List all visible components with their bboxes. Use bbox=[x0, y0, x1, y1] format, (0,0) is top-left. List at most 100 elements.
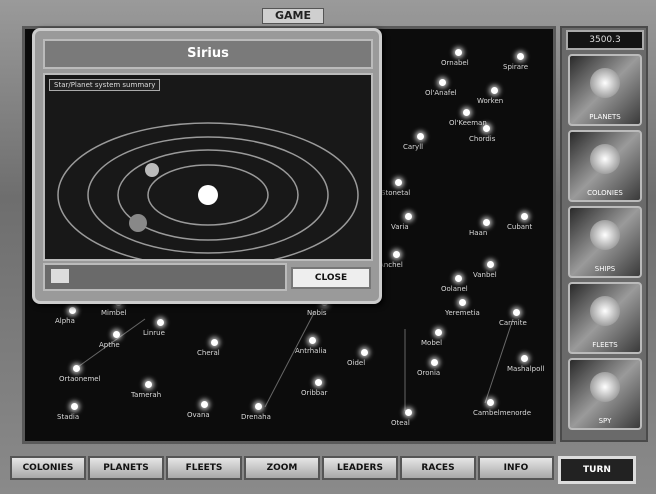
star-icon[interactable] bbox=[145, 381, 152, 388]
turn-button[interactable]: TURN bbox=[558, 456, 636, 484]
star-label: Stadia bbox=[57, 413, 80, 421]
planet-icon bbox=[590, 68, 620, 98]
star-icon[interactable] bbox=[157, 319, 164, 326]
star-label: Haan bbox=[469, 229, 488, 237]
spy-button[interactable]: SPY bbox=[568, 358, 642, 430]
ships-button[interactable]: SHIPS bbox=[568, 206, 642, 278]
star-label: Mobel bbox=[421, 339, 443, 347]
star-icon[interactable] bbox=[73, 365, 80, 372]
star-icon[interactable] bbox=[455, 275, 462, 282]
star-label: Linrue bbox=[143, 329, 165, 337]
star-label: Alpha bbox=[55, 317, 75, 325]
star-label: Caryll bbox=[403, 143, 424, 151]
star-label: Apthe bbox=[99, 341, 120, 349]
spy-icon bbox=[590, 372, 620, 402]
bottom-menu: COLONIES PLANETS FLEETS ZOOM LEADERS RAC… bbox=[10, 454, 554, 482]
window-title: GAME bbox=[262, 8, 324, 24]
tab-races[interactable]: RACES bbox=[400, 456, 476, 480]
star-icon[interactable] bbox=[393, 251, 400, 258]
star-label: Mimbel bbox=[101, 309, 127, 317]
star-label: Vanbel bbox=[473, 271, 497, 279]
star-icon[interactable] bbox=[463, 109, 470, 116]
star-icon[interactable] bbox=[395, 179, 402, 186]
tab-leaders[interactable]: LEADERS bbox=[322, 456, 398, 480]
star-icon[interactable] bbox=[201, 401, 208, 408]
close-button[interactable]: CLOSE bbox=[291, 267, 371, 289]
scroll-icon[interactable] bbox=[51, 269, 69, 283]
star-system-popup: Sirius Star/Planet system summary CLOSE bbox=[32, 28, 382, 304]
star-label: Cheral bbox=[197, 349, 220, 357]
star-label: Varia bbox=[391, 223, 409, 231]
star-icon[interactable] bbox=[405, 409, 412, 416]
star-label: Stonetal bbox=[381, 189, 411, 197]
star-label: Nobis bbox=[307, 309, 327, 317]
star-label: Mashalpoll bbox=[507, 365, 545, 373]
star-label: Oteal bbox=[391, 419, 410, 427]
system-view[interactable]: Star/Planet system summary bbox=[43, 73, 373, 261]
tab-info[interactable]: INFO bbox=[478, 456, 554, 480]
star-label: Chordis bbox=[469, 135, 496, 143]
star-label: Carmite bbox=[499, 319, 527, 327]
star-label: Cambelmenorde bbox=[473, 409, 532, 417]
star-icon[interactable] bbox=[435, 329, 442, 336]
star-icon[interactable] bbox=[405, 213, 412, 220]
star-icon[interactable] bbox=[483, 219, 490, 226]
tab-fleets[interactable]: FLEETS bbox=[166, 456, 242, 480]
star-icon[interactable] bbox=[439, 79, 446, 86]
star-label: Ol'Keeman bbox=[449, 119, 487, 127]
star-icon[interactable] bbox=[255, 403, 262, 410]
planet-icon bbox=[145, 163, 159, 177]
fleets-button[interactable]: FLEETS bbox=[568, 282, 642, 354]
star-icon[interactable] bbox=[487, 261, 494, 268]
star-icon[interactable] bbox=[487, 399, 494, 406]
star-icon[interactable] bbox=[517, 53, 524, 60]
fleet-icon bbox=[590, 296, 620, 326]
star-icon[interactable] bbox=[417, 133, 424, 140]
star-icon[interactable] bbox=[211, 339, 218, 346]
star-label: Ol'Anafel bbox=[425, 89, 457, 97]
star-label: Spirare bbox=[503, 63, 529, 71]
star-icon[interactable] bbox=[455, 49, 462, 56]
star-icon[interactable] bbox=[459, 299, 466, 306]
sidebar: 3500.3 PLANETS COLONIES SHIPS FLEETS SPY bbox=[560, 26, 648, 442]
star-icon[interactable] bbox=[113, 331, 120, 338]
star-label: Cubant bbox=[507, 223, 533, 231]
tab-zoom[interactable]: ZOOM bbox=[244, 456, 320, 480]
star-icon[interactable] bbox=[521, 355, 528, 362]
star-icon[interactable] bbox=[71, 403, 78, 410]
star-label: Ovana bbox=[187, 411, 210, 419]
system-note: Star/Planet system summary bbox=[49, 79, 161, 91]
star-icon[interactable] bbox=[483, 125, 490, 132]
star-label: Oronia bbox=[417, 369, 441, 377]
star-label: Ornabel bbox=[441, 59, 469, 67]
star-label: Ortaonemel bbox=[59, 375, 101, 383]
stardate-display: 3500.3 bbox=[566, 30, 644, 50]
star-icon[interactable] bbox=[431, 359, 438, 366]
colonies-button[interactable]: COLONIES bbox=[568, 130, 642, 202]
colony-icon bbox=[590, 144, 620, 174]
star-icon[interactable] bbox=[315, 379, 322, 386]
system-info-bar bbox=[43, 263, 287, 291]
star-label: Tamerah bbox=[131, 391, 162, 399]
star-label: Antrhalia bbox=[295, 347, 327, 355]
star-label: Drenaha bbox=[241, 413, 271, 421]
system-title: Sirius bbox=[43, 39, 373, 69]
star-icon[interactable] bbox=[491, 87, 498, 94]
star-label: Oribbar bbox=[301, 389, 328, 397]
star-icon[interactable] bbox=[69, 307, 76, 314]
tab-colonies[interactable]: COLONIES bbox=[10, 456, 86, 480]
tab-planets[interactable]: PLANETS bbox=[88, 456, 164, 480]
planet-icon bbox=[129, 214, 147, 232]
ship-icon bbox=[590, 220, 620, 250]
star-icon[interactable] bbox=[521, 213, 528, 220]
star-icon[interactable] bbox=[309, 337, 316, 344]
planets-button[interactable]: PLANETS bbox=[568, 54, 642, 126]
star-label: Worken bbox=[477, 97, 504, 105]
star-label: Anchel bbox=[379, 261, 403, 269]
sun-icon bbox=[198, 185, 218, 205]
orbit-diagram bbox=[57, 122, 359, 259]
star-icon[interactable] bbox=[361, 349, 368, 356]
star-icon[interactable] bbox=[513, 309, 520, 316]
star-label: Oolanel bbox=[441, 285, 468, 293]
star-label: Yeremetia bbox=[445, 309, 480, 317]
